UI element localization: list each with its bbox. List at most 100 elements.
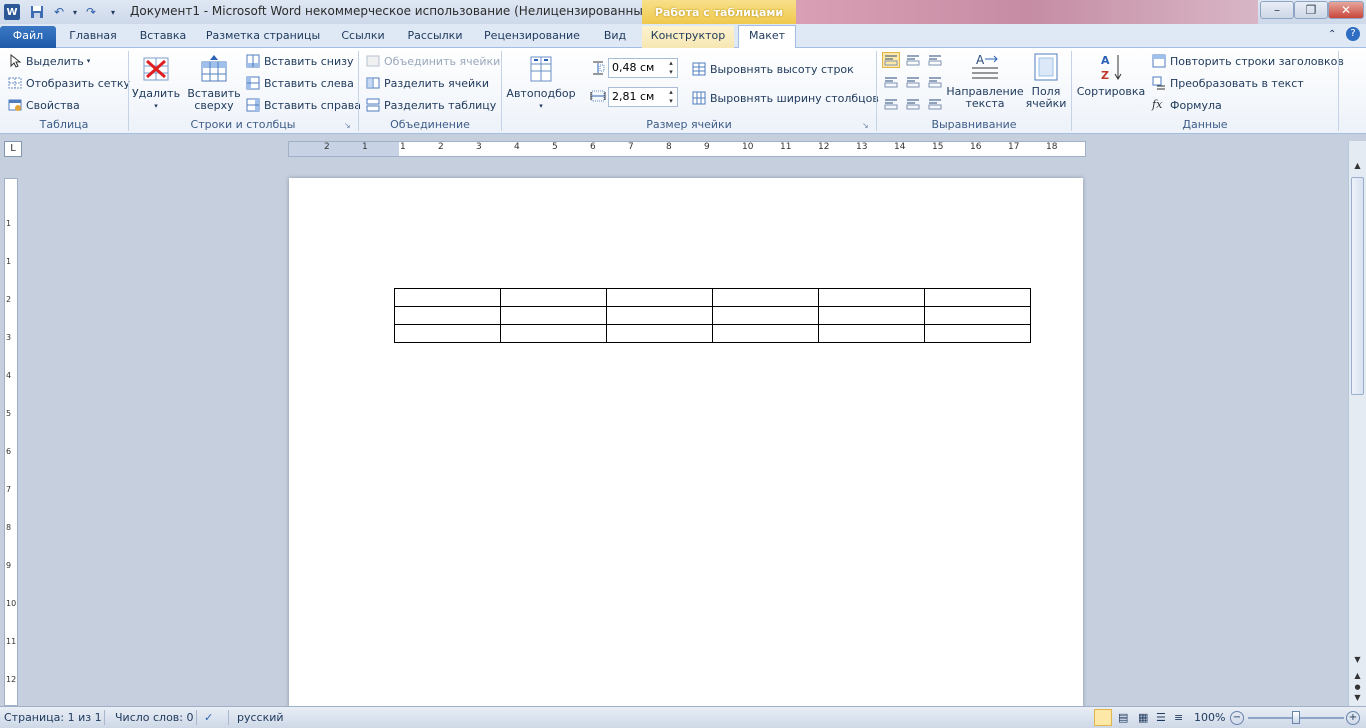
- table-cell[interactable]: [606, 324, 713, 343]
- table-cell[interactable]: [500, 324, 607, 343]
- table-cell[interactable]: [924, 288, 1031, 307]
- tab-insert[interactable]: Вставка: [132, 26, 194, 48]
- table-cell[interactable]: [394, 324, 501, 343]
- ruler-label: 12: [818, 142, 830, 152]
- dialog-launcher-icon[interactable]: ↘: [344, 121, 351, 130]
- column-width-value: 2,81 см: [612, 90, 655, 103]
- column-width-input[interactable]: 2,81 см ▴ ▾: [608, 87, 678, 107]
- table-cell[interactable]: [712, 288, 819, 307]
- tab-review[interactable]: Рецензирование: [480, 26, 584, 48]
- sort-button[interactable]: AZ Сортировка: [1077, 52, 1146, 98]
- draft-view-icon[interactable]: ≡: [1174, 711, 1183, 724]
- print-layout-view-icon[interactable]: [1094, 709, 1112, 726]
- align-top-center-button[interactable]: [904, 52, 922, 68]
- scroll-down-arrow-icon[interactable]: ▼: [1350, 655, 1365, 669]
- split-cells-button[interactable]: Разделить ячейки: [366, 76, 489, 90]
- next-page-icon[interactable]: ▼: [1350, 693, 1365, 705]
- properties-button[interactable]: Свойства: [8, 98, 80, 112]
- table-cell[interactable]: [394, 288, 501, 307]
- spin-arrows-icon[interactable]: ▴ ▾: [665, 59, 677, 77]
- horizontal-ruler[interactable]: 2 1 1 2 3 4 5 6 7 8 9 10 11 12 13 14 15 16 17 18: [288, 141, 1086, 157]
- tab-mailings[interactable]: Рассылки: [402, 26, 468, 48]
- minimize-ribbon-icon[interactable]: ⌃: [1328, 29, 1336, 40]
- delete-button[interactable]: Удалить ▾: [132, 54, 180, 112]
- outline-view-icon[interactable]: ☰: [1156, 711, 1166, 724]
- insert-above-button[interactable]: Вставить сверху: [187, 54, 241, 112]
- align-top-right-button[interactable]: [926, 52, 944, 68]
- help-icon[interactable]: ?: [1346, 27, 1360, 41]
- tab-selector-button[interactable]: L: [4, 141, 22, 157]
- align-middle-center-button[interactable]: [904, 74, 922, 90]
- tab-page-layout[interactable]: Разметка страницы: [204, 26, 322, 48]
- tab-view[interactable]: Вид: [596, 26, 634, 48]
- cell-margins-button[interactable]: Поля ячейки: [1022, 52, 1070, 110]
- align-bottom-center-button[interactable]: [904, 96, 922, 112]
- save-icon[interactable]: [28, 3, 46, 21]
- table-cell[interactable]: [818, 324, 925, 343]
- spin-arrows-icon[interactable]: ▴ ▾: [665, 88, 677, 106]
- table-cell[interactable]: [818, 288, 925, 307]
- insert-below-button[interactable]: Вставить снизу: [246, 54, 354, 68]
- ruler-label: 18: [1046, 142, 1058, 152]
- web-layout-view-icon[interactable]: ▦: [1138, 711, 1148, 724]
- convert-to-text-button[interactable]: Преобразовать в текст: [1152, 76, 1304, 90]
- merge-cells-button[interactable]: Объединить ячейки: [366, 54, 500, 68]
- language[interactable]: русский: [237, 711, 284, 724]
- close-button[interactable]: ✕: [1328, 1, 1364, 19]
- spelling-check-icon[interactable]: ✓: [204, 711, 213, 724]
- table-cell[interactable]: [924, 306, 1031, 325]
- distribute-rows-button[interactable]: Выровнять высоту строк: [692, 62, 854, 76]
- dialog-launcher-icon[interactable]: ↘: [862, 121, 869, 130]
- align-middle-right-button[interactable]: [926, 74, 944, 90]
- scroll-up-arrow-icon[interactable]: ▲: [1350, 161, 1365, 175]
- row-height-input[interactable]: 0,48 см ▴ ▾: [608, 58, 678, 78]
- text-direction-button[interactable]: A Направление текста: [946, 52, 1023, 110]
- vertical-scrollbar[interactable]: ▲ ▼ ▲ ● ▼: [1348, 141, 1366, 706]
- vertical-ruler-label: 1: [6, 257, 12, 266]
- insert-right-button[interactable]: Вставить справа: [246, 98, 361, 112]
- redo-icon[interactable]: ↷: [82, 3, 100, 21]
- autofit-button[interactable]: Автоподбор ▾: [506, 54, 576, 112]
- table-cell[interactable]: [712, 306, 819, 325]
- vertical-ruler[interactable]: 1 1 2 3 4 5 6 7 8 9 10 11 12: [4, 178, 18, 706]
- tab-layout[interactable]: Макет: [738, 25, 796, 49]
- table-cell[interactable]: [500, 306, 607, 325]
- show-gridlines-button[interactable]: Отобразить сетку: [8, 76, 130, 90]
- tab-references[interactable]: Ссылки: [332, 26, 394, 48]
- zoom-level[interactable]: 100%: [1194, 711, 1225, 724]
- minimize-button[interactable]: –: [1260, 1, 1294, 19]
- distribute-columns-button[interactable]: Выровнять ширину столбцов: [692, 91, 879, 105]
- align-bottom-left-button[interactable]: [882, 96, 900, 112]
- select-button[interactable]: Выделить ▾: [8, 53, 90, 68]
- table-cell[interactable]: [924, 324, 1031, 343]
- distribute-columns-label: Выровнять ширину столбцов: [710, 91, 879, 105]
- align-top-left-button[interactable]: [882, 52, 900, 68]
- zoom-slider-thumb[interactable]: [1292, 711, 1300, 724]
- table-cell[interactable]: [818, 306, 925, 325]
- tab-design[interactable]: Конструктор: [642, 26, 734, 48]
- restore-button[interactable]: ❐: [1294, 1, 1328, 19]
- insert-left-button[interactable]: Вставить слева: [246, 76, 354, 90]
- document-table[interactable]: [394, 288, 1031, 343]
- full-screen-view-icon[interactable]: ▤: [1118, 711, 1128, 724]
- table-cell[interactable]: [606, 306, 713, 325]
- split-table-button[interactable]: Разделить таблицу: [366, 98, 496, 112]
- align-middle-left-button[interactable]: [882, 74, 900, 90]
- align-bottom-right-button[interactable]: [926, 96, 944, 112]
- tab-file[interactable]: Файл: [0, 26, 56, 48]
- browse-object-icon[interactable]: ●: [1350, 683, 1365, 693]
- table-cell[interactable]: [500, 288, 607, 307]
- formula-button[interactable]: fx Формула: [1152, 98, 1222, 112]
- tab-home[interactable]: Главная: [64, 26, 122, 48]
- zoom-out-icon[interactable]: −: [1230, 711, 1244, 725]
- word-count[interactable]: Число слов: 0: [115, 711, 194, 724]
- repeat-header-rows-button[interactable]: Повторить строки заголовков: [1152, 54, 1344, 68]
- document-page[interactable]: [289, 178, 1083, 718]
- zoom-in-icon[interactable]: +: [1346, 711, 1360, 725]
- table-cell[interactable]: [606, 288, 713, 307]
- scrollbar-thumb[interactable]: [1351, 177, 1364, 395]
- table-cell[interactable]: [394, 306, 501, 325]
- page-count[interactable]: Страница: 1 из 1: [4, 711, 102, 724]
- customize-qat-icon[interactable]: ▾: [104, 3, 122, 21]
- table-cell[interactable]: [712, 324, 819, 343]
